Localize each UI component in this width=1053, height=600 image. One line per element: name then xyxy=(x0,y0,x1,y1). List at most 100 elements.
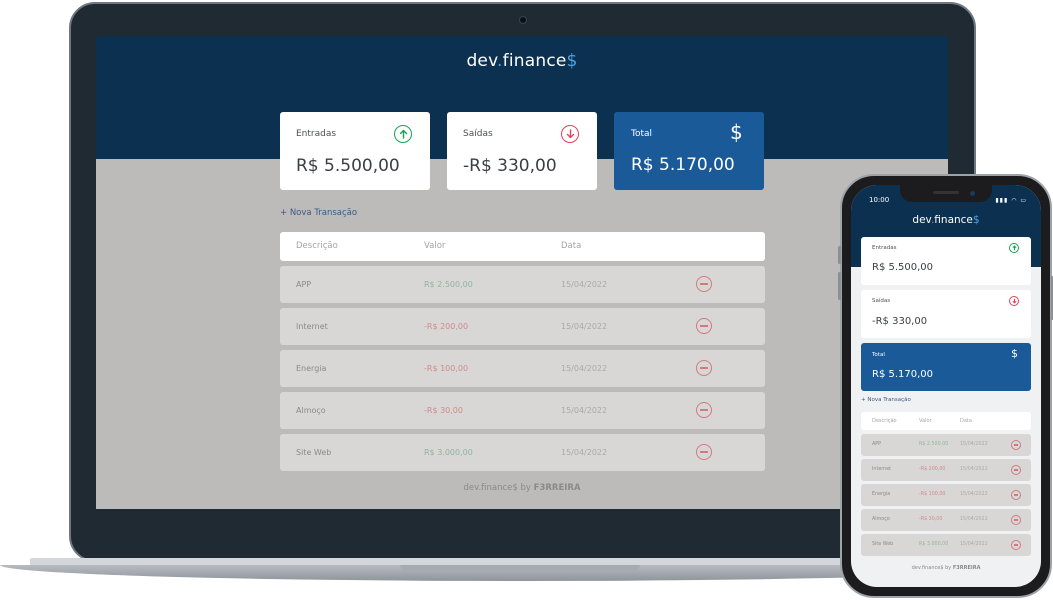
row-description: Site Web xyxy=(296,448,332,457)
arrow-up-icon xyxy=(394,125,412,143)
table-header: Descrição Valor Data xyxy=(280,232,765,261)
laptop-opening-notch xyxy=(400,565,640,571)
remove-transaction-icon[interactable] xyxy=(1011,515,1021,525)
column-header-date: Data xyxy=(960,418,972,424)
column-header-amount: Valor xyxy=(424,241,446,251)
remove-transaction-icon[interactable] xyxy=(1011,490,1021,500)
income-card-title: Entradas xyxy=(296,129,337,139)
table-row: Energia -R$ 100,00 15/04/2022 xyxy=(280,350,765,387)
column-header-amount: Valor xyxy=(919,418,932,424)
phone-volume-button xyxy=(838,246,841,264)
row-date: 15/04/2022 xyxy=(561,364,608,373)
total-card-value: R$ 5.170,00 xyxy=(631,155,735,175)
phone-total-card: Total $ R$ 5.170,00 xyxy=(861,343,1031,391)
arrow-down-icon xyxy=(1009,296,1019,306)
laptop-camera xyxy=(519,16,527,24)
row-amount: R$ 3.000,00 xyxy=(424,448,473,457)
phone-frame: dev.finance$ 10:00 ▮▮▮ ◠ ▭ Entradas R$ 5… xyxy=(838,174,1053,598)
phone-speaker xyxy=(933,191,959,194)
table-row: Internet -R$ 200,00 15/04/2022 xyxy=(280,308,765,345)
row-date: 15/04/2022 xyxy=(960,517,988,522)
phone-notch xyxy=(900,185,992,202)
remove-transaction-icon[interactable] xyxy=(696,276,712,292)
row-description: Site Web xyxy=(872,542,894,547)
row-amount: R$ 2.500,00 xyxy=(919,442,949,447)
row-amount: R$ 2.500,00 xyxy=(424,280,473,289)
new-transaction-link[interactable]: + Nova Transação xyxy=(280,208,357,218)
row-description: APP xyxy=(296,280,312,289)
phone-table-row: Site Web R$ 3.000,00 15/04/2022 xyxy=(861,534,1031,556)
phone-camera xyxy=(970,191,975,196)
row-date: 15/04/2022 xyxy=(960,467,988,472)
phone-new-transaction-link[interactable]: + Nova Transação xyxy=(861,397,911,403)
dollar-icon: $ xyxy=(730,120,743,144)
phone-expense-title: Saídas xyxy=(872,298,891,304)
remove-transaction-icon[interactable] xyxy=(696,360,712,376)
status-icons: ▮▮▮ ◠ ▭ xyxy=(995,197,1027,204)
remove-transaction-icon[interactable] xyxy=(696,318,712,334)
phone-expense-value: -R$ 330,00 xyxy=(872,316,928,327)
row-description: Energia xyxy=(872,492,891,497)
row-description: APP xyxy=(872,442,882,447)
column-header-description: Descrição xyxy=(872,418,897,424)
row-amount: R$ 3.000,00 xyxy=(919,542,949,547)
remove-transaction-icon[interactable] xyxy=(1011,540,1021,550)
phone-income-value: R$ 5.500,00 xyxy=(872,262,934,273)
phone-volume-button xyxy=(838,272,841,300)
phone-screen: dev.finance$ 10:00 ▮▮▮ ◠ ▭ Entradas R$ 5… xyxy=(851,185,1041,587)
column-header-description: Descrição xyxy=(296,241,338,251)
remove-transaction-icon[interactable] xyxy=(1011,465,1021,475)
remove-transaction-icon[interactable] xyxy=(696,402,712,418)
remove-transaction-icon[interactable] xyxy=(696,444,712,460)
phone-total-value: R$ 5.170,00 xyxy=(872,369,934,380)
phone-table-row: Almoço -R$ 30,00 15/04/2022 xyxy=(861,509,1031,531)
phone-table-row: Energia -R$ 100,00 15/04/2022 xyxy=(861,484,1031,506)
expense-card: Saídas -R$ 330,00 xyxy=(447,112,597,190)
table-row: APP R$ 2.500,00 15/04/2022 xyxy=(280,266,765,303)
row-date: 15/04/2022 xyxy=(561,280,608,289)
income-card-value: R$ 5.500,00 xyxy=(296,156,400,176)
row-description: Internet xyxy=(872,467,892,472)
phone-table-row: APP R$ 2.500,00 15/04/2022 xyxy=(861,434,1031,456)
phone-expense-card: Saídas -R$ 330,00 xyxy=(861,290,1031,338)
row-description: Energia xyxy=(296,364,327,373)
phone-total-title: Total xyxy=(872,352,885,358)
expense-card-title: Saídas xyxy=(463,129,493,139)
row-amount: -R$ 100,00 xyxy=(424,364,469,373)
row-amount: -R$ 100,00 xyxy=(919,492,946,497)
app-logo[interactable]: dev.finance$ xyxy=(96,51,948,71)
footer: dev.finance$ by F3RREIRA xyxy=(463,483,581,493)
row-date: 15/04/2022 xyxy=(561,322,608,331)
row-amount: -R$ 30,00 xyxy=(919,517,943,522)
row-date: 15/04/2022 xyxy=(561,448,608,457)
arrow-down-icon xyxy=(561,125,579,143)
phone-table-header: Descrição Valor Data xyxy=(861,412,1031,430)
status-time: 10:00 xyxy=(869,196,890,204)
total-card-title: Total xyxy=(631,129,653,139)
row-description: Almoço xyxy=(872,517,890,522)
dollar-icon: $ xyxy=(1011,347,1018,360)
table-row: Almoço -R$ 30,00 15/04/2022 xyxy=(280,392,765,429)
phone-table-row: Internet -R$ 200,00 15/04/2022 xyxy=(861,459,1031,481)
remove-transaction-icon[interactable] xyxy=(1011,440,1021,450)
row-amount: -R$ 200,00 xyxy=(424,322,469,331)
row-amount: -R$ 30,00 xyxy=(424,406,463,415)
row-date: 15/04/2022 xyxy=(561,406,608,415)
row-description: Internet xyxy=(296,322,328,331)
row-amount: -R$ 200,00 xyxy=(919,467,946,472)
row-date: 15/04/2022 xyxy=(960,442,988,447)
arrow-up-icon xyxy=(1009,243,1019,253)
expense-card-value: -R$ 330,00 xyxy=(463,156,557,176)
row-date: 15/04/2022 xyxy=(960,492,988,497)
laptop-screen: dev.finance$ Entradas R$ 5.500,00 Saídas… xyxy=(96,36,948,509)
row-date: 15/04/2022 xyxy=(960,542,988,547)
phone-footer: dev.finance$ by F3RREIRA xyxy=(911,565,981,571)
column-header-date: Data xyxy=(561,241,582,251)
row-description: Almoço xyxy=(296,406,326,415)
table-row: Site Web R$ 3.000,00 15/04/2022 xyxy=(280,434,765,471)
phone-income-title: Entradas xyxy=(872,245,897,251)
phone-app-logo[interactable]: dev.finance$ xyxy=(851,214,1041,226)
income-card: Entradas R$ 5.500,00 xyxy=(280,112,430,190)
phone-income-card: Entradas R$ 5.500,00 xyxy=(861,237,1031,285)
total-card: Total $ R$ 5.170,00 xyxy=(614,112,764,190)
